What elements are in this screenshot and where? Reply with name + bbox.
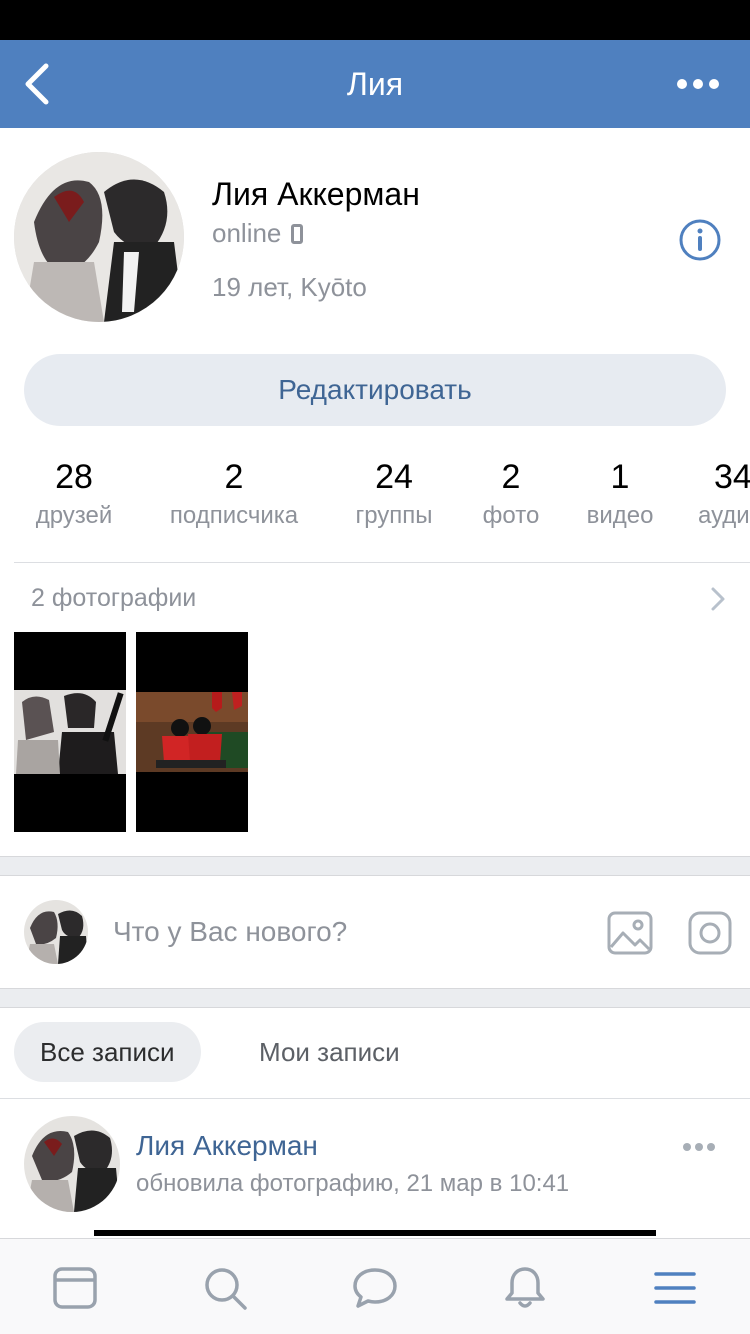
section-separator (0, 856, 750, 876)
tab-all-posts[interactable]: Все записи (14, 1022, 201, 1082)
counter-label: подписчика (169, 502, 299, 529)
counter-photos[interactable]: 2 фото (475, 458, 547, 530)
counter-value: 1 (610, 458, 630, 496)
post-subtitle: обновила фотографию, 21 мар в 10:41 (136, 1170, 570, 1197)
profile-info: 19 лет, Kyōto (212, 272, 367, 302)
messages-icon[interactable] (352, 1265, 398, 1311)
counter-label: фото (482, 502, 540, 529)
tab-my-posts[interactable]: Мои записи (233, 1022, 426, 1082)
counter-videos[interactable]: 1 видео (578, 458, 662, 530)
online-status-text: online (212, 218, 282, 248)
photo-thumbnail[interactable] (14, 632, 126, 832)
divider (0, 1098, 750, 1099)
new-post-input[interactable]: Что у Вас нового? (113, 916, 347, 948)
profile-name: Лия Аккерман (212, 176, 420, 212)
counter-groups[interactable]: 24 группы (344, 458, 444, 530)
photo-thumbnail[interactable] (136, 632, 248, 832)
edit-profile-button[interactable]: Редактировать (24, 354, 726, 426)
post-image-edge (94, 1230, 656, 1236)
profile-avatar[interactable] (14, 152, 184, 322)
more-horizontal-icon[interactable] (682, 1142, 716, 1152)
info-icon[interactable] (679, 219, 721, 261)
bell-icon[interactable] (502, 1265, 548, 1311)
image-icon[interactable] (607, 911, 653, 955)
camera-icon[interactable] (688, 911, 732, 955)
composer-avatar (24, 900, 88, 964)
counter-value: 2 (224, 458, 244, 496)
counter-audio[interactable]: 34 ауди (698, 458, 750, 530)
chevron-right-icon[interactable] (710, 586, 726, 612)
counter-value: 34 (714, 458, 750, 496)
counter-friends[interactable]: 28 друзей (24, 458, 124, 530)
navigation-bar: Лия (0, 40, 750, 128)
profile-page: Лия Лия Аккерман online 19 лет, Kyōto Ре… (0, 0, 750, 1334)
post-author-avatar[interactable] (24, 1116, 120, 1212)
counter-label: ауди (698, 502, 750, 529)
post-author-name[interactable]: Лия Аккерман (136, 1130, 318, 1162)
divider (14, 562, 750, 563)
section-separator (0, 988, 750, 1008)
counter-followers[interactable]: 2 подписчика (156, 458, 312, 530)
bottom-tab-bar (0, 1238, 750, 1334)
menu-icon[interactable] (652, 1265, 698, 1311)
counter-label: группы (355, 502, 433, 529)
news-icon[interactable] (52, 1265, 98, 1311)
online-status: online (212, 218, 304, 249)
counter-value: 2 (501, 458, 521, 496)
search-icon[interactable] (202, 1265, 248, 1311)
mobile-phone-icon (291, 224, 304, 244)
counter-label: видео (586, 502, 654, 529)
photos-section-title[interactable]: 2 фотографии (31, 584, 196, 613)
more-horizontal-icon[interactable] (676, 76, 720, 92)
counter-value: 28 (55, 458, 93, 496)
counter-label: друзей (35, 502, 113, 529)
counter-value: 24 (375, 458, 413, 496)
page-title: Лия (346, 66, 404, 102)
